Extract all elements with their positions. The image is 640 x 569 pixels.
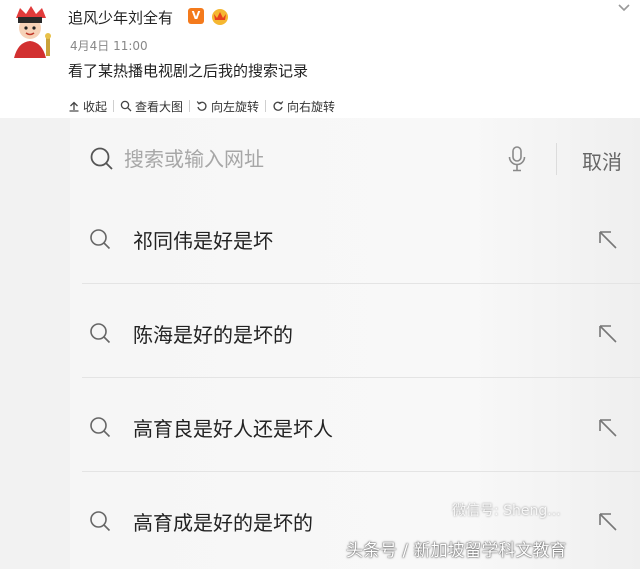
- collapse-icon: [69, 101, 79, 112]
- search-input[interactable]: [124, 145, 464, 173]
- post-time: 4月4日 11:00: [70, 39, 148, 53]
- image-toolbar: 收起 查看大图 向左旋转 向右旋转: [62, 97, 341, 115]
- post-header: 追风少年刘全有 V 4月4日 11:00 看了某热播电视剧之后我的搜索记录: [0, 0, 640, 88]
- history-item-text: 陈海是好的是坏的: [133, 323, 293, 347]
- rotate-left-label: 向左旋转: [211, 99, 260, 114]
- crown-icon: [212, 9, 228, 25]
- search-bar: 取消: [70, 132, 640, 186]
- view-large-label: 查看大图: [135, 99, 184, 114]
- search-icon: [90, 323, 111, 344]
- history-item[interactable]: 高育良是好人还是坏人: [70, 378, 640, 472]
- rotate-left-button[interactable]: 向左旋转: [190, 98, 265, 115]
- fill-query-arrow-icon[interactable]: [597, 417, 619, 439]
- fill-query-arrow-icon[interactable]: [597, 229, 619, 251]
- username[interactable]: 追风少年刘全有: [68, 7, 173, 28]
- search-icon: [90, 147, 113, 170]
- history-item-text: 祁同伟是好是坏: [133, 229, 273, 253]
- history-item[interactable]: 祁同伟是好是坏: [70, 190, 640, 284]
- search-icon: [90, 511, 111, 532]
- history-item[interactable]: 陈海是好的是坏的: [70, 284, 640, 378]
- fill-query-arrow-icon[interactable]: [597, 511, 619, 533]
- avatar[interactable]: [6, 4, 56, 62]
- chevron-down-icon[interactable]: [616, 2, 632, 14]
- collapse-button[interactable]: 收起: [62, 98, 113, 115]
- watermark-wechat: 微信号: Sheng...: [452, 503, 561, 519]
- collapse-label: 收起: [83, 99, 108, 114]
- magnifier-icon: [120, 100, 132, 112]
- view-large-button[interactable]: 查看大图: [114, 98, 189, 115]
- microphone-icon[interactable]: [507, 145, 527, 173]
- cancel-button[interactable]: 取消: [582, 146, 622, 175]
- fill-query-arrow-icon[interactable]: [597, 323, 619, 345]
- rotate-right-icon: [273, 101, 284, 111]
- rotate-left-icon: [196, 101, 207, 111]
- watermark: 头条号 / 新加坡留学科文教育: [346, 541, 567, 561]
- rotate-right-label: 向右旋转: [287, 99, 336, 114]
- search-bar-divider: [556, 143, 557, 175]
- search-icon: [90, 417, 111, 438]
- rotate-right-button[interactable]: 向右旋转: [266, 98, 341, 115]
- history-item-text: 高育良是好人还是坏人: [133, 417, 333, 441]
- search-icon: [90, 229, 111, 250]
- vip-badge: V: [188, 8, 204, 24]
- post-text: 看了某热播电视剧之后我的搜索记录: [68, 62, 309, 80]
- history-item-text: 高育成是好的是坏的: [133, 511, 313, 535]
